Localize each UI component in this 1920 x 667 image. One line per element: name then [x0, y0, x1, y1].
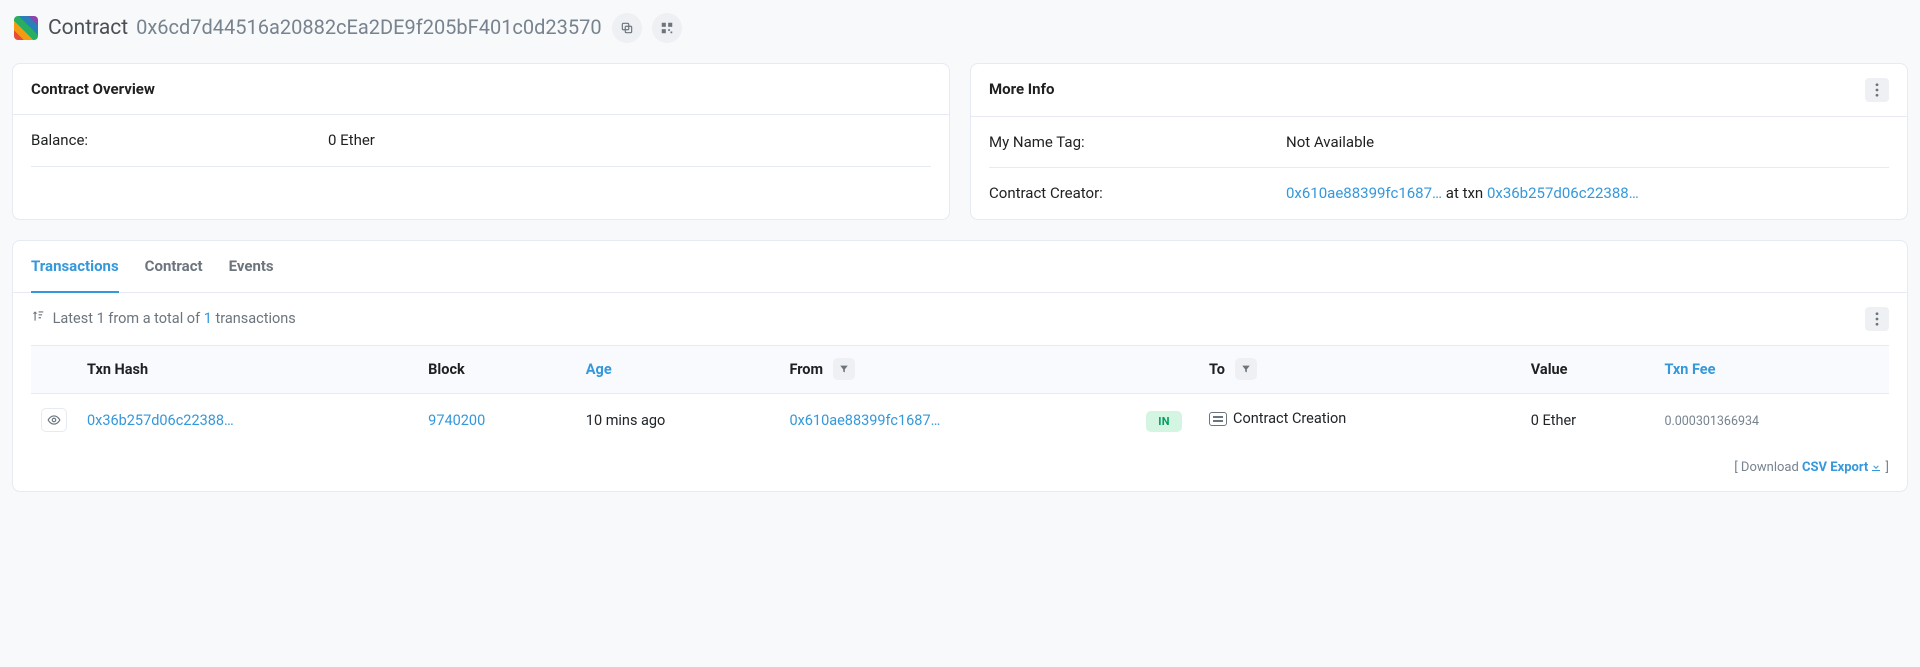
txn-hash-link[interactable]: 0x36b257d06c22388…	[87, 412, 234, 429]
tx-list-menu-button[interactable]	[1865, 307, 1889, 331]
txn-value: 0 Ether	[1531, 412, 1576, 429]
csv-export-link[interactable]: CSV Export	[1802, 460, 1882, 475]
card-title: Contract Overview	[31, 78, 155, 101]
view-tx-button[interactable]	[41, 408, 67, 432]
filter-from-button[interactable]	[833, 358, 855, 380]
copy-address-button[interactable]	[612, 13, 642, 43]
col-to: To	[1199, 346, 1521, 394]
col-age[interactable]: Age	[576, 346, 780, 394]
col-value: Value	[1521, 346, 1655, 394]
eye-icon	[47, 413, 61, 427]
balance-label: Balance:	[31, 129, 328, 152]
card-title: More Info	[989, 78, 1054, 101]
qr-icon	[660, 21, 674, 35]
contract-address: 0x6cd7d44516a20882cEa2DE9f205bF401c0d235…	[136, 12, 602, 42]
contract-icon	[1209, 412, 1227, 426]
download-icon	[1870, 461, 1882, 473]
filter-icon	[1241, 364, 1251, 374]
col-txnhash: Txn Hash	[77, 346, 418, 394]
tab-events[interactable]: Events	[229, 241, 274, 294]
txn-age: 10 mins ago	[586, 412, 666, 429]
tab-transactions[interactable]: Transactions	[31, 241, 119, 294]
block-link[interactable]: 9740200	[428, 412, 485, 429]
contract-identicon-icon	[14, 16, 38, 40]
page-title-label: Contract	[48, 13, 128, 45]
table-row: 0x36b257d06c22388… 9740200 10 mins ago 0…	[31, 393, 1889, 447]
tx-total-count: 1	[204, 310, 212, 327]
creator-label: Contract Creator:	[989, 182, 1286, 205]
more-info-card: More Info My Name Tag: Not Available Con…	[970, 63, 1908, 220]
kebab-icon	[1875, 312, 1879, 326]
nametag-value: Not Available	[1286, 131, 1889, 154]
card-header: More Info	[971, 64, 1907, 117]
col-block: Block	[418, 346, 576, 394]
direction-badge: IN	[1146, 411, 1182, 432]
qr-code-button[interactable]	[652, 13, 682, 43]
transactions-table: Txn Hash Block Age From To	[31, 345, 1889, 448]
col-from: From	[779, 346, 1129, 394]
tab-bar: Transactions Contract Events	[13, 241, 1907, 294]
at-txn-text: at txn	[1442, 184, 1487, 202]
page-title: Contract 0x6cd7d44516a20882cEa2DE9f205bF…	[48, 12, 602, 45]
nametag-label: My Name Tag:	[989, 131, 1286, 154]
to-contract-creation: Contract Creation	[1209, 408, 1346, 430]
tx-count-info: Latest 1 from a total of 1 transactions	[31, 308, 296, 330]
page-header: Contract 0x6cd7d44516a20882cEa2DE9f205bF…	[12, 12, 1908, 45]
transactions-card: Transactions Contract Events Latest 1 fr…	[12, 240, 1908, 493]
filter-icon	[839, 364, 849, 374]
sort-icon	[31, 310, 49, 327]
balance-value: 0 Ether	[328, 129, 931, 152]
creator-address-link[interactable]: 0x610ae88399fc1687…	[1286, 184, 1442, 202]
txn-fee: 0.000301366934	[1664, 414, 1759, 429]
export-footer: [ Download CSV Export ]	[13, 448, 1907, 478]
more-info-menu-button[interactable]	[1865, 78, 1889, 102]
copy-icon	[620, 21, 634, 35]
filter-to-button[interactable]	[1235, 358, 1257, 380]
from-address-link[interactable]: 0x610ae88399fc1687…	[789, 412, 940, 429]
card-header: Contract Overview	[13, 64, 949, 116]
creator-txn-link[interactable]: 0x36b257d06c22388…	[1487, 184, 1639, 202]
col-fee[interactable]: Txn Fee	[1654, 346, 1889, 394]
tab-contract[interactable]: Contract	[145, 241, 203, 294]
kebab-icon	[1875, 83, 1879, 97]
contract-overview-card: Contract Overview Balance: 0 Ether	[12, 63, 950, 220]
